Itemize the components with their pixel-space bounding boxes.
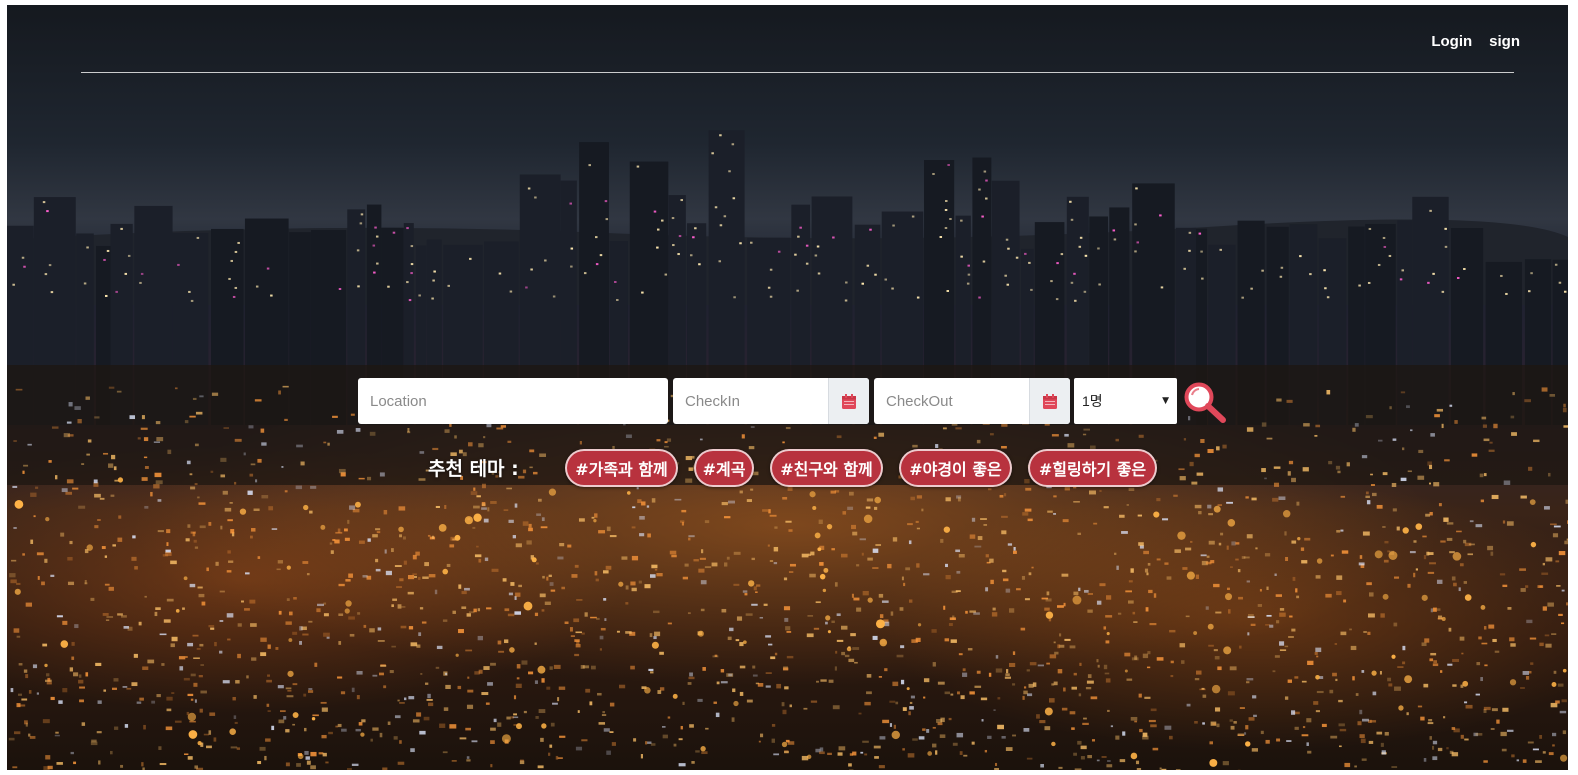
calendar-icon [1043, 393, 1057, 409]
checkout-field[interactable] [874, 378, 1070, 424]
location-input[interactable] [358, 378, 668, 424]
guests-value: 1명 [1082, 393, 1103, 409]
search-button[interactable] [1184, 382, 1228, 424]
checkin-calendar-button[interactable] [828, 378, 869, 424]
theme-tag-night-view[interactable]: #야경이 좋은 [899, 449, 1012, 487]
themes-label: 추천 테마 : [428, 458, 519, 480]
login-link[interactable]: Login [1431, 33, 1472, 50]
theme-tag-healing[interactable]: #힐링하기 좋은 [1028, 449, 1157, 487]
top-nav: Login sign [1431, 33, 1520, 50]
checkout-calendar-button[interactable] [1029, 378, 1070, 424]
theme-tag-friends[interactable]: #친구와 함께 [770, 449, 883, 487]
chevron-down-icon: ▼ [1162, 396, 1169, 406]
checkout-input[interactable] [874, 378, 1030, 424]
checkin-input[interactable] [673, 378, 829, 424]
calendar-icon [842, 393, 856, 409]
magnifier-icon [1184, 382, 1226, 423]
theme-tag-family[interactable]: #가족과 함께 [565, 449, 678, 487]
sign-link[interactable]: sign [1489, 33, 1520, 50]
theme-tag-valley[interactable]: #계곡 [694, 449, 754, 487]
header-divider [81, 72, 1514, 73]
location-field[interactable] [358, 378, 668, 424]
checkin-field[interactable] [673, 378, 869, 424]
guests-select[interactable]: 1명 ▼ [1074, 378, 1177, 424]
